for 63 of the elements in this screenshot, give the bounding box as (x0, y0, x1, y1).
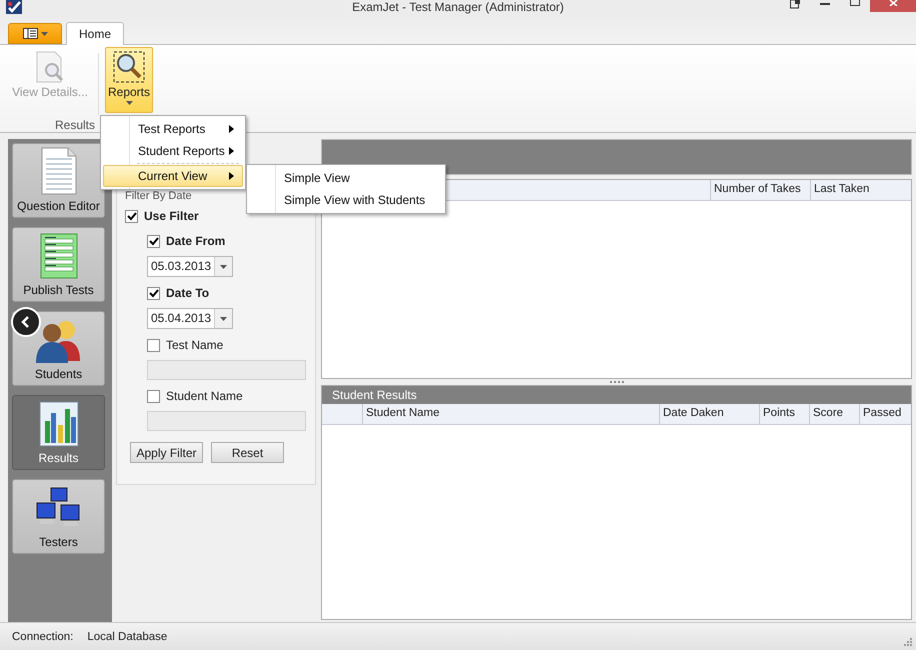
submenu-arrow-icon (229, 172, 234, 180)
checkbox-label: Date From (166, 234, 226, 248)
column-header[interactable]: Points (759, 404, 809, 424)
app-menu-button[interactable] (8, 23, 62, 44)
submenu-arrow-icon (229, 125, 234, 133)
menu-item[interactable]: Current View (103, 165, 243, 187)
window-layout-icon (790, 0, 800, 10)
document-icon (40, 147, 78, 195)
close-button[interactable] (870, 0, 916, 12)
nav-button[interactable]: Results (12, 395, 105, 470)
document-search-icon (34, 51, 66, 83)
dropdown-caret-icon (220, 264, 228, 268)
checkbox[interactable] (125, 210, 138, 222)
splitter-handle[interactable] (610, 381, 624, 383)
column-header[interactable]: Student Name (362, 404, 659, 424)
nav-button[interactable]: Question Editor (12, 143, 105, 218)
menu-item[interactable]: Test Reports (103, 118, 243, 140)
close-icon (888, 0, 898, 6)
dropdown-caret-icon (220, 316, 228, 320)
bar-chart-icon (38, 401, 78, 447)
panel-title: Student Results (332, 388, 417, 402)
nav-button[interactable]: Publish Tests (12, 227, 105, 302)
checkbox-label: Student Name (166, 389, 243, 403)
caret-icon (40, 32, 48, 36)
checkbox[interactable] (147, 338, 160, 352)
checkbox-label: Test Name (166, 338, 224, 352)
reports-button[interactable]: Reports (105, 47, 153, 113)
maximize-icon (850, 0, 860, 6)
column-header[interactable]: Number of Takes (710, 180, 810, 200)
resize-grip-icon[interactable] (904, 638, 912, 646)
input-field[interactable] (147, 411, 306, 431)
menu-item[interactable]: Simple View (249, 167, 443, 189)
window-title: ExamJet - Test Manager (Administrator) (352, 0, 564, 14)
input-field[interactable] (147, 360, 306, 380)
column-header[interactable]: Score (809, 404, 859, 424)
group-label: Results (54, 118, 95, 132)
group-title: Filter By Date (125, 190, 192, 202)
submenu-arrow-icon (229, 147, 234, 155)
panel-icon (22, 28, 38, 39)
filter-button[interactable]: Apply Filter (130, 442, 203, 463)
checkbox[interactable] (147, 390, 160, 402)
status-label: Connection: (12, 630, 74, 642)
nav-button[interactable]: Testers (12, 479, 105, 554)
column-header[interactable]: Last Taken (810, 180, 911, 200)
minimize-icon (820, 0, 830, 6)
dropdown-caret-icon (126, 101, 132, 105)
checkbox-label: Date To (166, 286, 210, 300)
filter-button[interactable]: Reset (211, 442, 284, 463)
checkbox[interactable] (147, 234, 160, 248)
date-field[interactable]: 05.04.2013 (147, 308, 233, 329)
chevron-left-icon (21, 316, 31, 328)
checkbox[interactable] (147, 286, 160, 300)
column-header[interactable]: Date Daken (659, 404, 759, 424)
date-field[interactable]: 05.03.2013 (147, 256, 233, 277)
status-value: Local Database (87, 630, 168, 642)
app-icon (6, 0, 22, 14)
form-icon (40, 233, 78, 279)
ribbon-tab[interactable]: Home (66, 22, 124, 45)
magnifier-icon (113, 51, 145, 83)
menu-item[interactable]: Simple View with Students (249, 189, 443, 211)
menu-item[interactable]: Student Reports (103, 140, 243, 162)
checkbox-label: Use Filter (144, 209, 199, 223)
column-header[interactable]: Passed (859, 404, 911, 424)
